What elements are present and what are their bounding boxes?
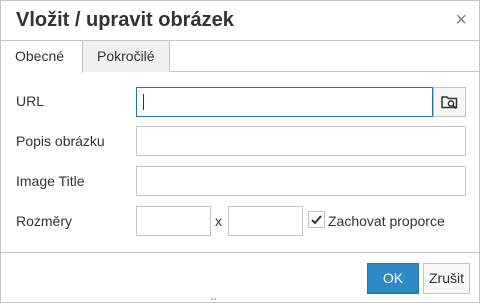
image-dialog: Vložit / upravit obrázek × Obecné Pokroč… — [0, 0, 480, 303]
cancel-button[interactable]: Zrušit — [423, 263, 470, 294]
image-title-label: Image Title — [16, 173, 85, 189]
keep-proportions-label[interactable]: Zachovat proporce — [328, 213, 445, 229]
resize-grip[interactable] — [211, 298, 217, 301]
close-icon[interactable]: × — [455, 9, 467, 31]
keep-proportions-checkbox[interactable] — [308, 211, 325, 228]
checkmark-icon — [311, 215, 322, 225]
dialog-footer: OK Zrušit — [1, 252, 479, 302]
tab-advanced[interactable]: Pokročilé — [83, 41, 170, 72]
url-input[interactable] — [136, 87, 433, 117]
height-input[interactable] — [228, 206, 303, 236]
description-input[interactable] — [136, 126, 466, 156]
text-caret — [143, 94, 144, 110]
tab-bar: Obecné Pokročilé — [1, 41, 479, 73]
folder-search-icon — [441, 96, 458, 110]
dimension-separator: x — [215, 213, 222, 229]
tab-general[interactable]: Obecné — [1, 41, 83, 73]
image-title-input[interactable] — [136, 166, 466, 196]
width-input[interactable] — [136, 206, 211, 236]
dialog-header: Vložit / upravit obrázek × — [1, 1, 479, 41]
url-label: URL — [16, 93, 45, 109]
dimensions-label: Rozměry — [16, 213, 73, 229]
browse-button[interactable] — [433, 87, 466, 117]
description-label: Popis obrázku — [16, 133, 105, 149]
ok-button[interactable]: OK — [367, 263, 419, 294]
dialog-title: Vložit / upravit obrázek — [16, 9, 234, 31]
